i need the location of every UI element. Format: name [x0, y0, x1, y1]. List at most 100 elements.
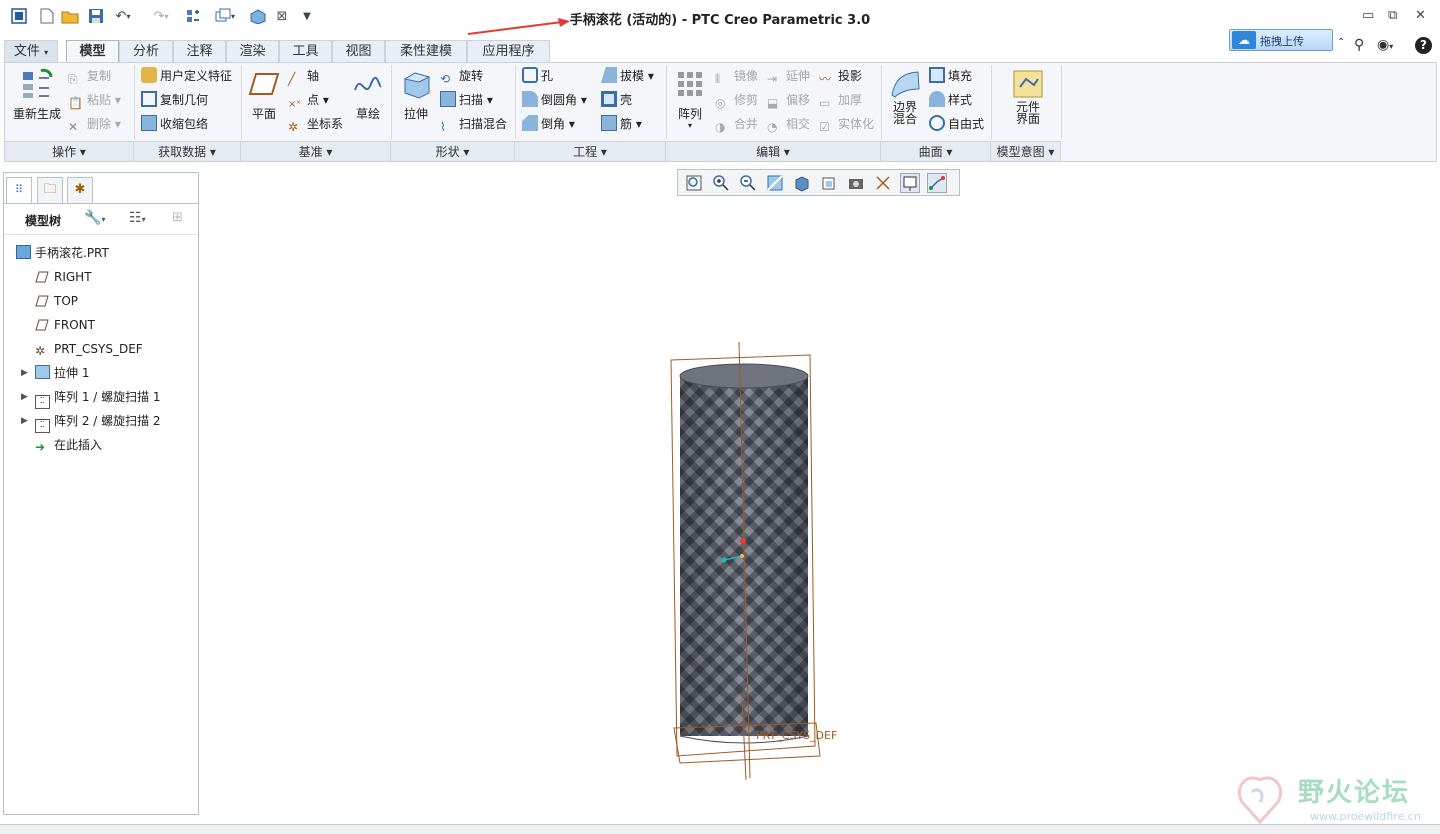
extend-icon: ⇥	[767, 72, 778, 86]
group-editing[interactable]: 编辑 ▾	[666, 141, 881, 161]
tree-node-pattern-2[interactable]: ▶ ⁚⁚ 阵列 2 / 螺旋扫描 2	[21, 411, 161, 433]
expand-icon[interactable]: ▶	[21, 411, 28, 431]
tab-folder-browser[interactable]: 🗀	[37, 177, 63, 203]
revolve-button[interactable]: ⟲ 旋转	[440, 66, 483, 86]
expand-icon[interactable]: ▶	[21, 363, 28, 383]
freestyle-button[interactable]: 自由式	[929, 114, 984, 134]
paste-icon: 📋	[68, 96, 83, 110]
community-icon[interactable]: ◉▾	[1377, 37, 1393, 53]
tree-settings-icon[interactable]: 🔧▾	[84, 210, 105, 226]
copy-geometry-button[interactable]: 复制几何	[141, 90, 208, 110]
tree-node-insert-here[interactable]: ➜ 在此插入	[35, 435, 102, 455]
swept-blend-button[interactable]: ⌇ 扫描混合	[440, 114, 507, 134]
axis-button[interactable]: ╱ 轴	[288, 66, 319, 86]
tree-node-part[interactable]: 手柄滚花.PRT	[16, 243, 109, 263]
chamfer-button[interactable]: 倒角 ▾	[522, 114, 575, 134]
delete-button[interactable]: ✕ 删除 ▾	[68, 114, 121, 134]
group-surfaces[interactable]: 曲面 ▾	[881, 141, 991, 161]
restore-icon[interactable]: ⧉	[1388, 8, 1397, 23]
tab-render[interactable]: 渲染	[226, 40, 279, 62]
tree-node-extrude[interactable]: ▶ 拉伸 1	[21, 363, 89, 383]
shell-button[interactable]: 壳	[601, 90, 632, 110]
thicken-button[interactable]: ▭ 加厚	[819, 90, 862, 110]
fill-button[interactable]: 填充	[929, 66, 972, 86]
insert-arrow-icon: ➜	[35, 440, 46, 454]
pattern-button[interactable]: 阵列 ▾	[671, 67, 709, 130]
component-interface-button[interactable]: 元件 界面	[1006, 67, 1050, 125]
tab-applications[interactable]: 应用程序	[467, 40, 550, 62]
view-manager-icon[interactable]	[846, 173, 866, 193]
group-engineering[interactable]: 工程 ▾	[515, 141, 666, 161]
tree-node-front[interactable]: FRONT	[35, 315, 95, 335]
trim-button[interactable]: ◎ 修剪	[715, 90, 758, 110]
csys-button[interactable]: ✲ 坐标系	[288, 114, 343, 134]
round-button[interactable]: 倒圆角 ▾	[522, 90, 587, 110]
spin-center-icon[interactable]	[927, 173, 947, 193]
datum-display-icon[interactable]	[873, 173, 893, 193]
datum-plane-icon	[247, 67, 281, 101]
tab-model-tree[interactable]: ⠿	[6, 177, 32, 203]
style-button[interactable]: 样式	[929, 90, 972, 110]
help-icon[interactable]: ?	[1415, 37, 1432, 54]
tab-model[interactable]: 模型	[66, 40, 119, 63]
boundary-blend-button[interactable]: 边界 混合	[885, 67, 925, 125]
zoom-in-icon[interactable]	[711, 173, 731, 193]
tree-node-top[interactable]: TOP	[35, 291, 78, 311]
datum-plane-icon	[35, 269, 50, 283]
project-button[interactable]: 〰投影	[819, 66, 862, 86]
mirror-button[interactable]: ⫴ 镜像	[715, 66, 758, 86]
merge-button[interactable]: ◑ 合并	[715, 114, 758, 134]
tab-favorites[interactable]: ✱	[67, 177, 93, 203]
group-datum[interactable]: 基准 ▾	[241, 141, 391, 161]
extrude-icon	[399, 67, 433, 101]
regenerate-button[interactable]: 重新生成	[9, 67, 65, 122]
udf-button[interactable]: 用户定义特征	[141, 66, 232, 86]
tree-node-pattern-1[interactable]: ▶ ⁚⁚ 阵列 1 / 螺旋扫描 1	[21, 387, 161, 409]
tree-filters-icon[interactable]: ☷▾	[129, 210, 146, 226]
tree-node-csys[interactable]: ✲ PRT_CSYS_DEF	[35, 339, 143, 359]
tab-view[interactable]: 视图	[332, 40, 385, 62]
extrude-button[interactable]: 拉伸	[397, 67, 435, 122]
refit-icon[interactable]	[684, 173, 704, 193]
annotation-display-icon[interactable]	[900, 173, 920, 193]
model-viewport[interactable]: PRT_CSYS_DEF	[660, 338, 850, 783]
solidify-button[interactable]: ☑ 实体化	[819, 114, 874, 134]
tree-columns-icon[interactable]: ⊞	[172, 210, 183, 225]
tab-annotate[interactable]: 注释	[173, 40, 226, 62]
display-style-icon[interactable]	[792, 173, 812, 193]
sketch-button[interactable]: 草绘	[350, 67, 386, 122]
rib-button[interactable]: 筋 ▾	[601, 114, 642, 134]
extend-button[interactable]: ⇥ 延伸	[767, 66, 810, 86]
group-model-intent[interactable]: 模型意图 ▾	[991, 141, 1061, 161]
hole-button[interactable]: 孔	[522, 66, 553, 86]
paste-button[interactable]: 📋 粘贴 ▾	[68, 90, 121, 110]
chevron-up-icon[interactable]: ⌃	[1337, 37, 1345, 48]
copy-button[interactable]: ⎘ 复制	[68, 66, 111, 86]
tab-flexible-modeling[interactable]: 柔性建模	[385, 40, 467, 62]
expand-icon[interactable]: ▶	[21, 387, 28, 407]
group-get-data[interactable]: 获取数据 ▾	[134, 141, 241, 161]
minimize-icon[interactable]: ▭	[1362, 8, 1374, 23]
group-shapes[interactable]: 形状 ▾	[391, 141, 515, 161]
tab-tools[interactable]: 工具	[279, 40, 332, 62]
plane-button[interactable]: 平面	[246, 67, 282, 122]
datum-plane-icon	[35, 293, 50, 307]
saved-orientations-icon[interactable]	[819, 173, 839, 193]
boundary-blend-icon	[888, 67, 922, 101]
intersect-button[interactable]: ◔ 相交	[767, 114, 810, 134]
zoom-out-icon[interactable]	[738, 173, 758, 193]
sweep-button[interactable]: 扫描 ▾	[440, 90, 493, 110]
shrinkwrap-button[interactable]: 收缩包络	[141, 114, 208, 134]
close-icon[interactable]: ✕	[1415, 8, 1426, 23]
upload-button[interactable]: ☁ 拖拽上传	[1229, 29, 1333, 51]
search-icon[interactable]: ⚲	[1354, 37, 1364, 53]
cloud-icon: ☁	[1232, 31, 1256, 49]
group-operations[interactable]: 操作 ▾	[5, 141, 134, 161]
offset-button[interactable]: ⬓ 偏移	[767, 90, 810, 110]
point-button[interactable]: ×ˣ 点 ▾	[288, 90, 329, 110]
tab-file[interactable]: 文件 ▾	[4, 40, 58, 62]
tab-analysis[interactable]: 分析	[119, 40, 173, 62]
tree-node-right[interactable]: RIGHT	[35, 267, 92, 287]
draft-button[interactable]: 拔模 ▾	[601, 66, 654, 86]
repaint-icon[interactable]	[765, 173, 785, 193]
